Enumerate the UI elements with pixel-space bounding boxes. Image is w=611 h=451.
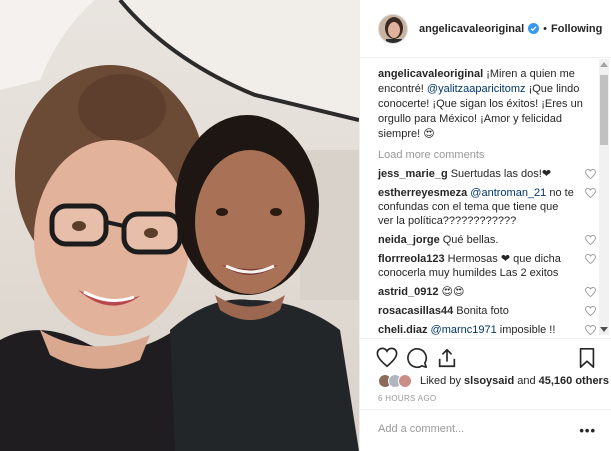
comment-mention[interactable]: @antroman_21 (470, 187, 546, 199)
comment-text: Qué bellas. (442, 234, 499, 246)
comment-like-heart-icon[interactable] (585, 169, 596, 179)
caption-mention[interactable]: @yalitzaaparicitomz (427, 83, 526, 95)
comment-item: jess_marie_g Suertudas las dos!❤ (378, 167, 596, 181)
likes-count[interactable]: 45,160 others (539, 375, 609, 387)
scroll-down-arrow-icon[interactable] (600, 327, 608, 332)
author-username[interactable]: angelicavaleoriginal (419, 23, 524, 35)
add-comment-input[interactable] (378, 423, 558, 435)
comment-like-heart-icon[interactable] (585, 188, 596, 198)
comment-item: cheli.diaz@marnc1971 imposible !! Que se… (378, 323, 596, 335)
liker-avatars[interactable] (378, 374, 412, 388)
save-bookmark-icon[interactable] (576, 347, 598, 369)
comment-text: Bonita foto (456, 305, 509, 317)
comment-text: Suertudas las dos!❤ (450, 168, 552, 180)
scroll-thumb[interactable] (600, 75, 608, 145)
likes-summary: Liked by slsoysaid and 45,160 others (378, 372, 609, 390)
comment-username[interactable]: rosacasillas44 (378, 305, 453, 317)
comment-username[interactable]: cheli.diaz (378, 324, 428, 335)
comment-username[interactable]: jess_marie_g (378, 168, 448, 180)
likes-middle: and (514, 375, 539, 387)
load-more-comments-link[interactable]: Load more comments (378, 149, 588, 161)
post-header: angelicavaleoriginal • Following (360, 0, 611, 58)
like-heart-icon[interactable] (376, 347, 398, 369)
comment-bubble-icon[interactable] (406, 347, 428, 369)
selfie-illustration (0, 0, 359, 451)
liker-avatar[interactable] (398, 374, 412, 388)
comment-username[interactable]: neida_jorge (378, 234, 440, 246)
post-timestamp[interactable]: 6 HOURS AGO (378, 394, 436, 403)
likes-text[interactable]: Liked by slsoysaid and 45,160 others (420, 375, 609, 387)
comment-like-heart-icon[interactable] (585, 306, 596, 316)
comment-text: 😍😍 (441, 286, 465, 298)
author-avatar[interactable] (378, 13, 408, 44)
likes-user[interactable]: slsoysaid (464, 375, 514, 387)
post-caption: angelicavaleoriginal ¡Miren a quien me e… (378, 67, 588, 142)
following-button[interactable]: Following (551, 23, 602, 35)
add-comment-bar: ••• (360, 409, 611, 451)
comment-item: florrreola123 Hermosas ❤ que dicha conoce… (378, 252, 596, 280)
comment-mention[interactable]: @marnc1971 (431, 324, 497, 335)
post-photo[interactable] (0, 0, 359, 451)
comment-item: rosacasillas44 Bonita foto (378, 304, 596, 318)
scroll-up-arrow-icon[interactable] (600, 62, 608, 67)
comment-like-heart-icon[interactable] (585, 325, 596, 335)
comment-username[interactable]: estherreyesmeza (378, 187, 467, 199)
caption-username[interactable]: angelicavaleoriginal (378, 68, 483, 80)
comments-scrollbar[interactable] (599, 59, 609, 335)
comments-list[interactable]: angelicavaleoriginal ¡Miren a quien me e… (360, 59, 611, 335)
more-options-icon[interactable]: ••• (579, 423, 596, 438)
likes-prefix: Liked by (420, 375, 465, 387)
comment-username[interactable]: astrid_0912 (378, 286, 439, 298)
comment-item: neida_jorge Qué bellas. (378, 233, 596, 247)
header-separator: • (543, 22, 548, 35)
post-side-panel: angelicavaleoriginal • Following angelic… (359, 0, 611, 451)
comment-like-heart-icon[interactable] (585, 235, 596, 245)
comment-like-heart-icon[interactable] (585, 287, 596, 297)
comment-item: astrid_0912 😍😍 (378, 285, 596, 299)
verified-badge-icon (528, 23, 540, 34)
comment-username[interactable]: florrreola123 (378, 253, 445, 265)
comment-item: estherreyesmeza @antroman_21 no te confun… (378, 186, 596, 228)
post-actions-bar (360, 338, 611, 374)
comment-like-heart-icon[interactable] (585, 254, 596, 264)
share-icon[interactable] (436, 347, 458, 369)
